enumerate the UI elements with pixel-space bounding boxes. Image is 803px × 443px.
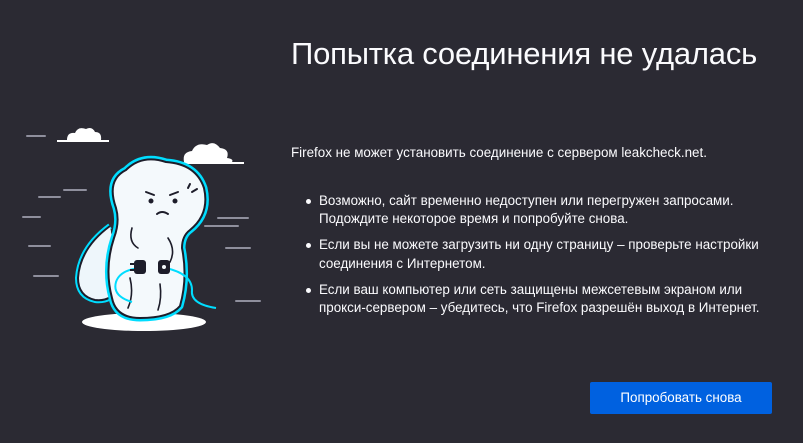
error-short-description: Firefox не может установить соединение с… [291,145,707,160]
tip-text: Возможно, сайт временно недоступен или п… [319,193,734,227]
list-item: Если вы не можете загрузить ни одну стра… [305,236,775,272]
bullet-icon [306,287,311,293]
dino-unplugged-icon [22,128,261,331]
error-content: Попытка соединения не удалась Firefox не… [291,34,781,315]
bullet-icon [306,243,311,249]
tip-text: Если вы не можете загрузить ни одну стра… [319,237,759,271]
tip-text: Если ваш компьютер или сеть защищены меж… [319,281,760,316]
cloud-left-icon [57,128,109,142]
list-item: Возможно, сайт временно недоступен или п… [305,192,775,228]
try-again-button[interactable]: Попробовать снова [590,382,772,414]
page-title: Попытка соединения не удалась [291,36,758,71]
cloud-right-icon [178,143,244,164]
tips-list: Возможно, сайт временно недоступен или п… [305,192,775,325]
bullet-icon [306,199,311,204]
list-item: Если ваш компьютер или сеть защищены меж… [305,281,775,317]
